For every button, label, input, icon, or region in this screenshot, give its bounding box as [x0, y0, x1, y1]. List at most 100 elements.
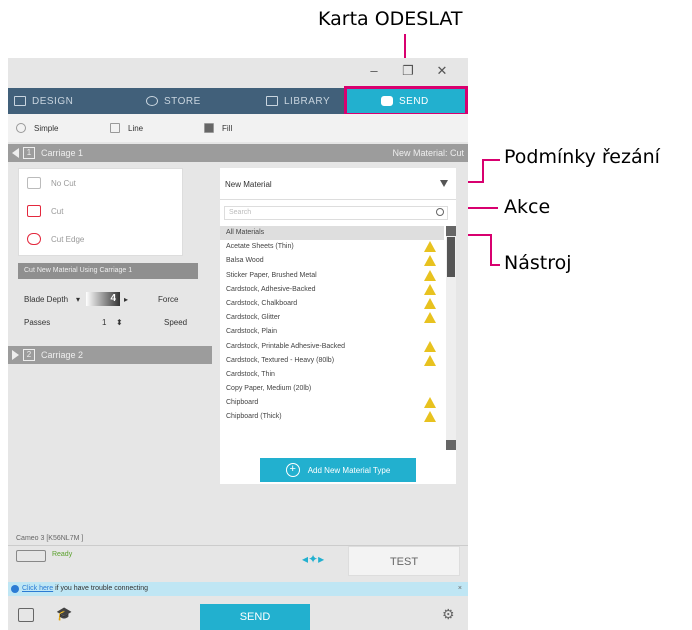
send-button[interactable]: SEND [200, 604, 310, 630]
material-list: All Materials Acetate Sheets (Thin) Balsa … [220, 226, 444, 425]
mode-simple[interactable]: Simple [16, 123, 102, 133]
dropdown-arrow-icon [440, 180, 448, 187]
tutorial-icon[interactable]: 🎓 [56, 606, 72, 622]
passes-row: Passes 1 ⬍ Speed [24, 318, 187, 327]
material-item-label: All Materials [226, 229, 265, 236]
action-no-cut-label: No Cut [51, 178, 76, 188]
mode-fill[interactable]: Fill [204, 123, 290, 133]
callout-cut-conditions: Podmínky řezání [504, 146, 660, 168]
warning-icon [424, 312, 436, 324]
carriage-1-label: Carriage 1 [41, 148, 84, 158]
material-scrollbar[interactable] [446, 226, 456, 450]
speed-label: Speed [164, 318, 188, 327]
tab-send-label: SEND [399, 95, 429, 107]
warning-icon [424, 241, 436, 253]
material-item[interactable]: Cardstock, Adhesive-Backed [220, 283, 444, 297]
material-item-label: Balsa Wood [226, 257, 264, 265]
no-cut-icon [27, 177, 41, 189]
action-cut-edge[interactable]: Cut Edge [19, 225, 182, 253]
add-material-label: Add New Material Type [307, 465, 391, 475]
callout-line-cut-conditions-v [482, 159, 484, 183]
blade-depth-plus[interactable]: ▸ [120, 295, 140, 304]
carriage-1-right-label: New Material: Cut [392, 148, 464, 158]
material-item[interactable]: Copy Paper, Medium (20lb) [220, 382, 444, 396]
help-link[interactable]: Click here [22, 585, 53, 592]
carriage-2-header[interactable]: 2 Carriage 2 [8, 346, 212, 364]
restore-button[interactable]: ❐ [398, 58, 418, 84]
material-item-label: Sticker Paper, Brushed Metal [226, 271, 317, 279]
passes-stepper-icon[interactable]: ⬍ [116, 318, 146, 327]
material-item-label: Cardstock, Plain [226, 328, 277, 336]
tab-design[interactable]: DESIGN [8, 88, 120, 114]
warning-icon [424, 411, 436, 423]
close-button[interactable]: ✕ [432, 58, 452, 84]
expand-icon [12, 350, 19, 360]
blade-depth-minus[interactable]: ▾ [76, 295, 86, 304]
gear-icon[interactable]: ⚙ [442, 606, 455, 623]
material-item[interactable]: Chipboard [220, 396, 444, 410]
library-icon [266, 96, 278, 106]
material-item[interactable]: Acetate Sheets (Thin) [220, 240, 444, 254]
mode-line[interactable]: Line [110, 123, 196, 133]
material-dropdown[interactable]: New Material [220, 168, 456, 200]
material-item[interactable]: Balsa Wood [220, 254, 444, 268]
material-item[interactable]: Cardstock, Thin [220, 368, 444, 382]
scroll-thumb[interactable] [447, 237, 455, 277]
material-item[interactable]: Chipboard (Thick) [220, 410, 444, 424]
warning-icon [424, 269, 436, 281]
cut-using-carriage-bar: Cut New Material Using Carriage 1 [18, 263, 198, 279]
material-item-label: Cardstock, Printable Adhesive-Backed [226, 342, 346, 350]
line-icon [110, 123, 120, 133]
minimize-button[interactable]: – [364, 58, 384, 84]
blade-depth-row: Blade Depth ▾ 4 ▸ Force [24, 292, 178, 306]
test-button[interactable]: TEST [348, 546, 460, 576]
cutter-settings-icon[interactable] [18, 608, 34, 622]
passes-value[interactable]: 1 [102, 318, 116, 327]
cutter-status: Ready [16, 546, 76, 568]
cut-icon [27, 205, 41, 217]
action-no-cut[interactable]: No Cut [19, 169, 182, 197]
material-selected: New Material [225, 180, 272, 189]
store-icon [146, 96, 158, 106]
warning-icon [424, 297, 436, 309]
info-icon [11, 585, 19, 593]
scroll-up-icon[interactable] [446, 226, 456, 236]
material-item[interactable]: Cardstock, Glitter [220, 311, 444, 325]
bottom-bar: 🎓 SEND ⚙ [8, 600, 468, 630]
material-search-input[interactable]: Search [224, 206, 448, 220]
material-item[interactable]: Cardstock, Printable Adhesive-Backed [220, 340, 444, 354]
tab-send[interactable]: SEND [344, 86, 468, 116]
passes-label: Passes [24, 318, 51, 327]
material-item-label: Chipboard [226, 399, 259, 407]
action-cut-label: Cut [51, 206, 64, 216]
carriage-1-number: 1 [23, 147, 35, 159]
carriage-2-number: 2 [23, 349, 35, 361]
material-item[interactable]: Cardstock, Textured - Heavy (80lb) [220, 354, 444, 368]
tab-library[interactable]: LIBRARY [232, 88, 344, 114]
warning-icon [424, 354, 436, 366]
tab-design-label: DESIGN [32, 95, 74, 107]
mode-bar: Simple Line Fill [8, 114, 468, 142]
material-item[interactable]: Sticker Paper, Brushed Metal [220, 269, 444, 283]
material-item-label: Copy Paper, Medium (20lb) [226, 385, 312, 393]
material-item[interactable]: Cardstock, Chalkboard [220, 297, 444, 311]
search-icon [436, 208, 444, 216]
carriage-1-header[interactable]: 1 Carriage 1 New Material: Cut [8, 144, 468, 162]
force-label: Force [158, 294, 179, 304]
tab-store[interactable]: STORE [120, 88, 232, 114]
dismiss-icon[interactable]: × [458, 582, 462, 596]
warning-icon [424, 397, 436, 409]
material-item[interactable]: Cardstock, Plain [220, 325, 444, 339]
material-item[interactable]: All Materials [220, 226, 444, 241]
action-cut[interactable]: Cut [19, 197, 182, 225]
move-arrows-icon[interactable]: ◂✦▸ [302, 552, 324, 566]
mode-line-label: Line [128, 123, 144, 133]
add-material-button[interactable]: + Add New Material Type [260, 458, 416, 482]
scroll-down-icon[interactable] [446, 440, 456, 450]
tab-library-label: LIBRARY [284, 95, 331, 107]
help-text: if you have trouble connecting [53, 585, 149, 592]
blade-depth-value[interactable]: 4 [86, 292, 120, 306]
blade-depth-label: Blade Depth [24, 294, 69, 304]
material-item-label: Chipboard (Thick) [226, 413, 282, 421]
callout-line-cut-conditions-h [482, 159, 500, 161]
